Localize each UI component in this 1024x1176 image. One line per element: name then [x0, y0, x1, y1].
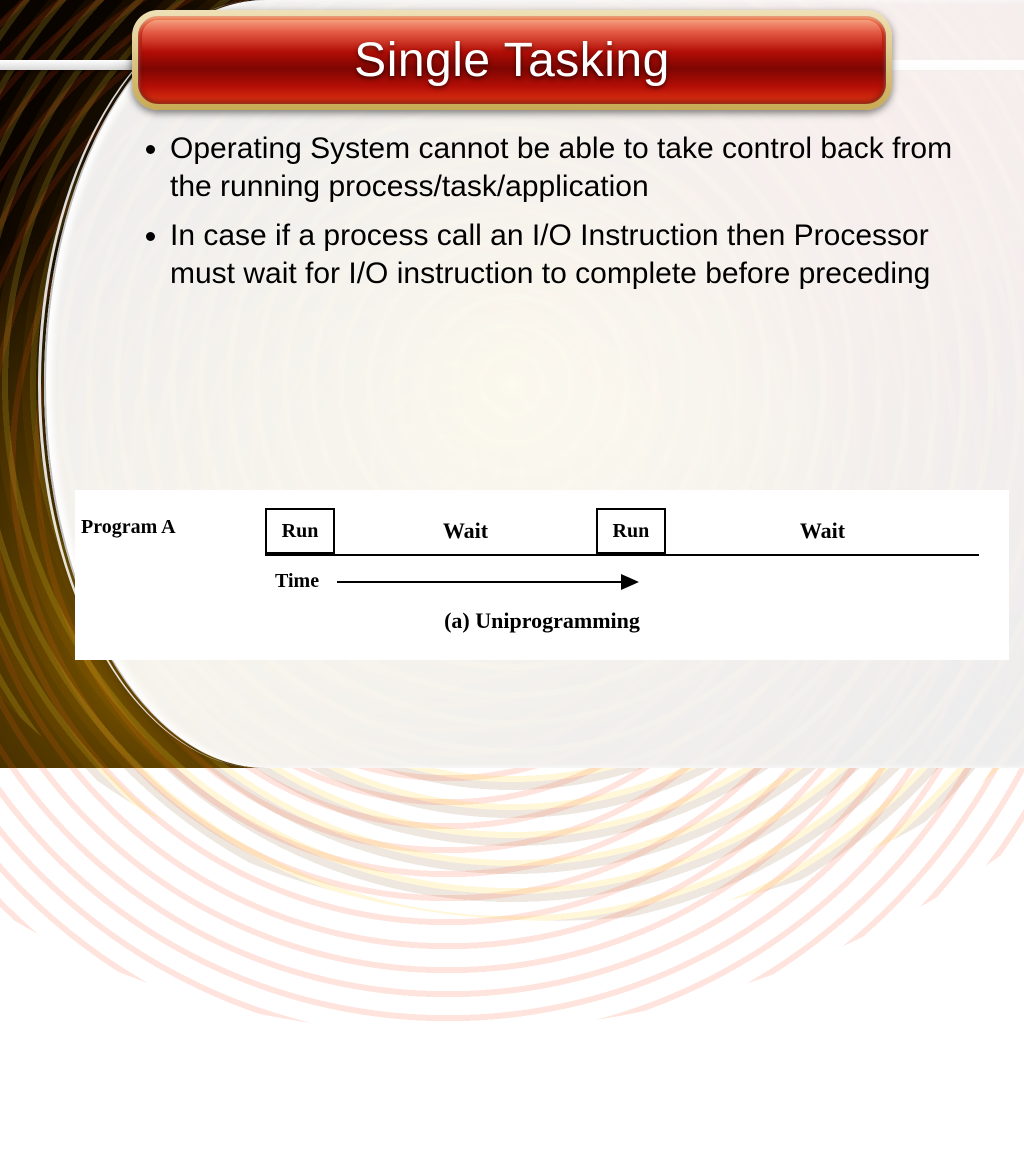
- program-label: Program A: [81, 516, 176, 539]
- title-bar: Single Tasking: [138, 16, 886, 104]
- segment-wait: Wait: [335, 508, 596, 554]
- time-axis: Time: [275, 570, 637, 593]
- title-frame: Single Tasking: [132, 10, 892, 110]
- timeline: Run Wait Run Wait: [265, 508, 979, 556]
- segment-wait: Wait: [666, 508, 979, 554]
- arrow-right-icon: [337, 581, 637, 583]
- bullet-item: Operating System cannot be able to take …: [170, 130, 1000, 207]
- segment-run: Run: [265, 508, 335, 554]
- segment-run: Run: [596, 508, 666, 554]
- bullet-content: Operating System cannot be able to take …: [130, 130, 1000, 304]
- uniprogramming-diagram: Program A Run Wait Run Wait Time (a) Uni…: [75, 490, 1009, 660]
- slide-title: Single Tasking: [354, 33, 670, 88]
- time-label: Time: [275, 570, 319, 593]
- diagram-caption: (a) Uniprogramming: [75, 608, 1009, 634]
- bullet-item: In case if a process call an I/O Instruc…: [170, 217, 1000, 294]
